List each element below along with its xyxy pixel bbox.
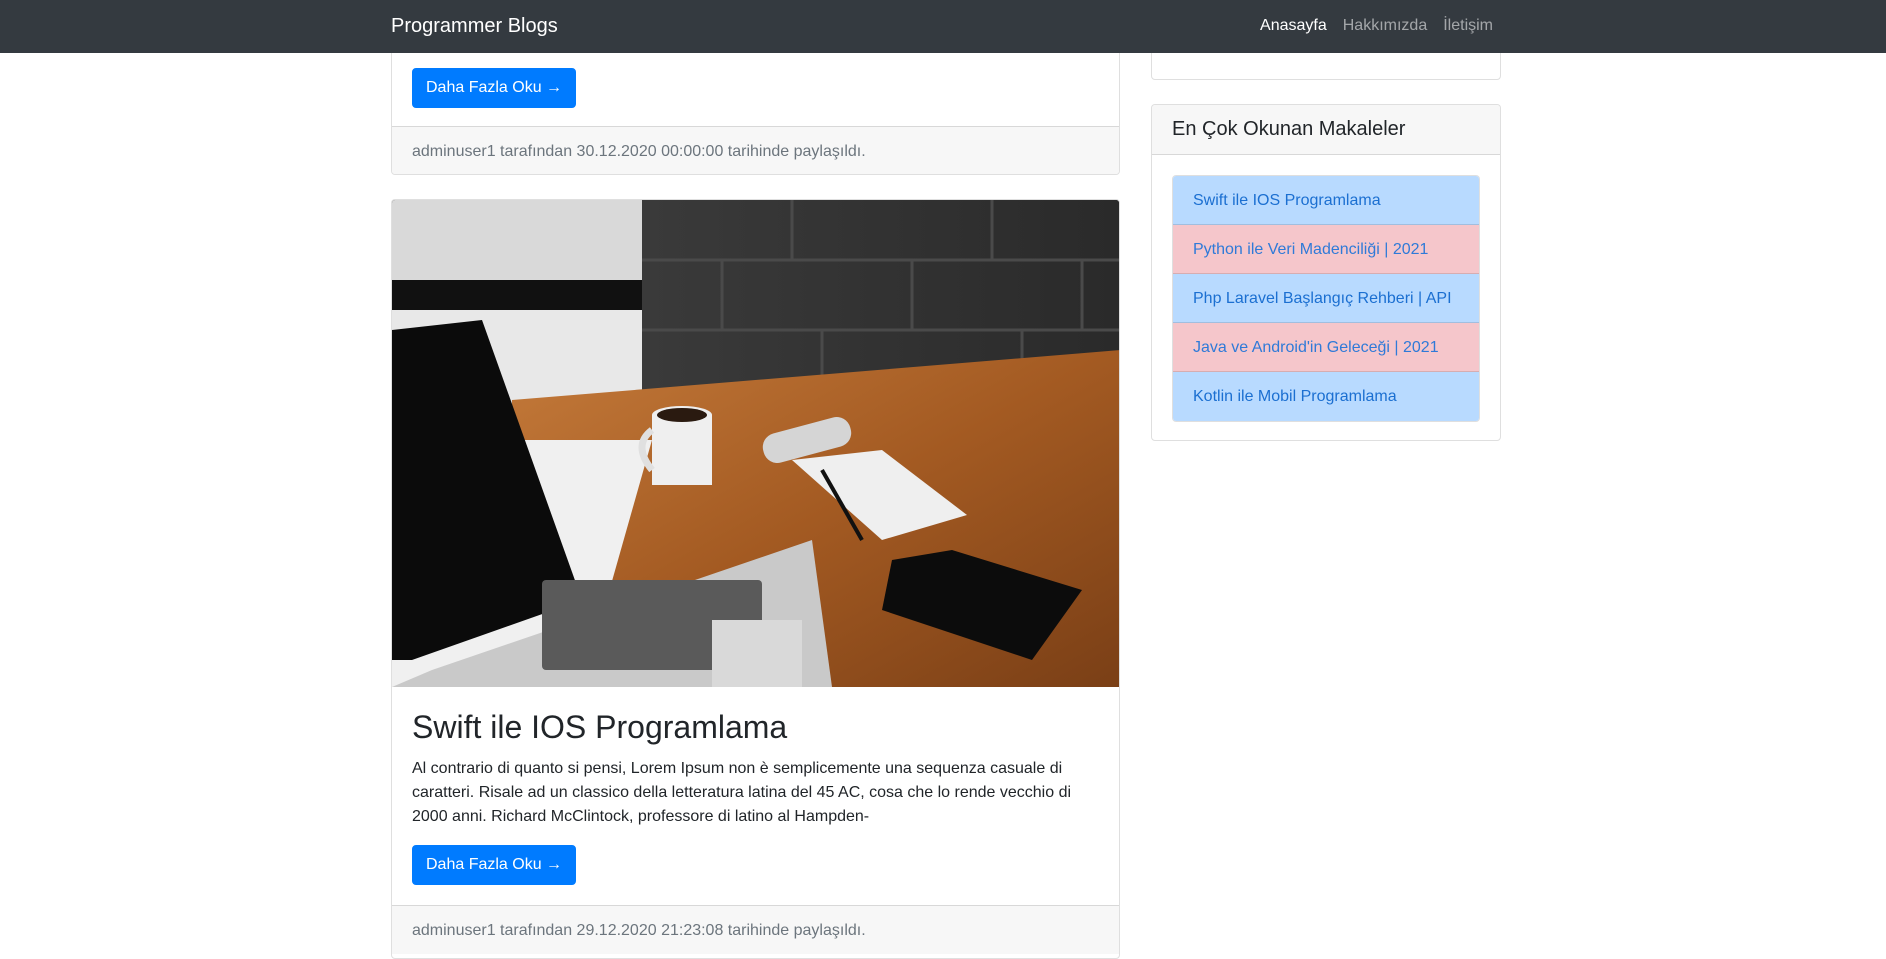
read-more-button[interactable]: Daha Fazla Oku → xyxy=(412,845,577,885)
nav-link-hakkimizda[interactable]: Hakkımızda xyxy=(1343,16,1427,36)
post-cover-image xyxy=(392,200,1119,687)
read-more-button[interactable]: Daha Fazla Oku → xyxy=(412,68,577,108)
post-excerpt: Al contrario di quanto si pensi, Lorem I… xyxy=(412,760,1072,825)
popular-articles-title: En Çok Okunan Makaleler xyxy=(1152,105,1500,155)
popular-article-link[interactable]: Python ile Veri Madenciliği | 2021 xyxy=(1173,225,1479,274)
popular-article-link[interactable]: Kotlin ile Mobil Programlama xyxy=(1173,372,1479,421)
post-footer: adminuser1 tarafından 30.12.2020 00:00:0… xyxy=(392,126,1119,174)
nav-link-iletisim[interactable]: İletişim xyxy=(1443,16,1493,36)
post-footer: adminuser1 tarafından 29.12.2020 21:23:0… xyxy=(392,905,1119,954)
popular-articles-card: En Çok Okunan Makaleler Swift ile IOS Pr… xyxy=(1151,104,1501,441)
nav-link-anasayfa[interactable]: Anasayfa xyxy=(1260,16,1327,36)
post-title[interactable]: Swift ile IOS Programlama xyxy=(412,707,1099,747)
popular-article-link[interactable]: Php Laravel Başlangıç Rehberi | API xyxy=(1173,274,1479,323)
top-navbar: Programmer Blogs Anasayfa Hakkımızda İle… xyxy=(0,0,1886,53)
nav-links: Anasayfa Hakkımızda İletişim xyxy=(1260,16,1493,36)
popular-article-link[interactable]: Swift ile IOS Programlama xyxy=(1173,176,1479,225)
popular-article-link[interactable]: Java ve Android'in Geleceği | 2021 xyxy=(1173,323,1479,372)
popular-articles-list: Swift ile IOS Programlama Python ile Ver… xyxy=(1172,175,1480,422)
post-card: Swift ile IOS Programlama Al contrario d… xyxy=(391,199,1120,959)
navbar-brand[interactable]: Programmer Blogs xyxy=(391,14,558,38)
post-card-body: Swift ile IOS Programlama Al contrario d… xyxy=(392,687,1119,885)
